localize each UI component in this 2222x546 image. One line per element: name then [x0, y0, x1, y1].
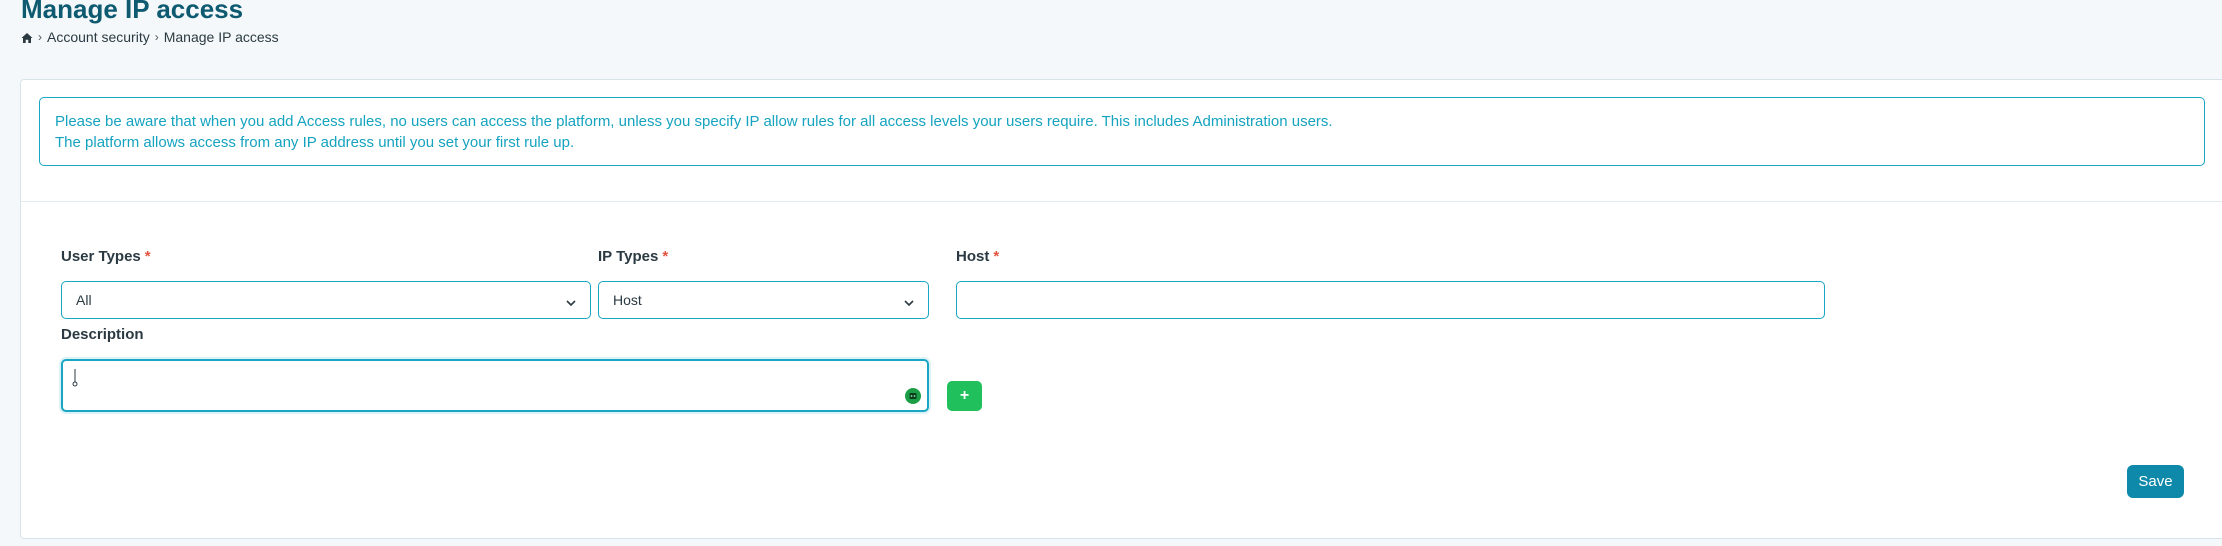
host-label-text: Host [956, 248, 990, 265]
text-cursor-icon [72, 368, 80, 388]
user-types-value: All [76, 292, 92, 308]
chevron-down-icon [566, 295, 576, 307]
user-types-label-text: User Types [61, 248, 141, 265]
assist-icon[interactable] [905, 388, 921, 404]
ip-types-label-text: IP Types [598, 248, 659, 265]
page-title: Manage IP access [21, 0, 244, 24]
breadcrumb-account-security[interactable]: Account security [47, 29, 150, 45]
ip-types-label: IP Types * [598, 247, 668, 267]
host-input[interactable] [956, 281, 1825, 319]
chevron-down-icon [904, 295, 914, 307]
add-rule-button[interactable]: + [947, 381, 982, 411]
required-mark: * [144, 248, 151, 265]
breadcrumb-manage-ip-access: Manage IP access [163, 29, 279, 45]
notice-line-2: The platform allows access from any IP a… [55, 134, 575, 151]
save-button[interactable]: Save [2127, 465, 2184, 498]
required-mark: * [662, 248, 669, 265]
chevron-right-icon: › [38, 30, 42, 44]
description-input[interactable] [61, 359, 929, 412]
user-types-select[interactable]: All [61, 281, 591, 319]
section-divider [21, 201, 2222, 202]
ip-types-value: Host [613, 292, 642, 308]
description-label-text: Description [61, 326, 144, 343]
home-icon[interactable] [21, 31, 33, 43]
breadcrumb: › Account security › Manage IP access [21, 28, 279, 46]
access-rules-notice: Please be aware that when you add Access… [39, 97, 2205, 166]
user-types-label: User Types * [61, 247, 151, 267]
notice-line-1: Please be aware that when you add Access… [55, 113, 1333, 130]
host-label: Host * [956, 247, 999, 267]
ip-types-select[interactable]: Host [598, 281, 929, 319]
description-label: Description [61, 325, 144, 345]
chevron-right-icon: › [154, 30, 159, 44]
required-mark: * [993, 248, 1000, 265]
ip-access-card: Please be aware that when you add Access… [20, 79, 2222, 539]
